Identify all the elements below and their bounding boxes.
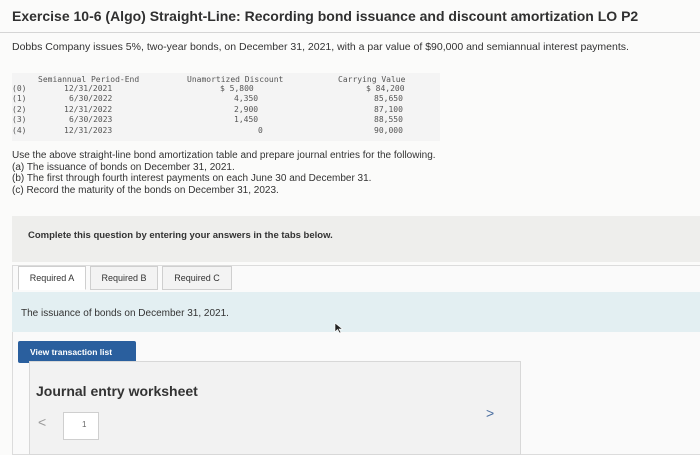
title-divider [0, 32, 700, 33]
complete-prompt: Complete this question by entering your … [28, 230, 333, 241]
worksheet-page-indicator[interactable]: 1 [63, 412, 99, 440]
instruction-c: (c) Record the maturity of the bonds on … [12, 184, 279, 196]
tab-required-c[interactable]: Required C [162, 266, 232, 290]
instruction-a: (a) The issuance of bonds on December 31… [12, 161, 235, 173]
row-discount: 1,450 [234, 115, 259, 124]
amortization-table: Semiannual Period-End Unamortized Discou… [12, 73, 440, 141]
row-discount: 2,900 [234, 105, 259, 114]
instruction-b: (b) The first through fourth interest pa… [12, 173, 372, 184]
row-date: 12/31/2022 [64, 105, 113, 114]
row-index: (3) [12, 115, 27, 124]
row-discount: $ 5,800 [220, 84, 254, 93]
row-discount: 4,350 [234, 94, 259, 103]
tab-description: The issuance of bonds on December 31, 20… [21, 308, 229, 319]
journal-entry-worksheet [29, 361, 521, 455]
view-transaction-list-button[interactable]: View transaction list [18, 341, 136, 363]
tab-required-b[interactable]: Required B [90, 266, 158, 290]
row-date: 12/31/2021 [64, 84, 113, 93]
row-carrying-value: 87,100 [374, 105, 403, 114]
chevron-left-icon[interactable]: < [38, 414, 46, 430]
worksheet-title: Journal entry worksheet [36, 383, 198, 399]
row-index: (2) [12, 105, 27, 114]
row-index: (1) [12, 94, 27, 103]
row-date: 6/30/2023 [69, 115, 113, 124]
row-carrying-value: 88,550 [374, 115, 403, 124]
row-discount: 0 [258, 126, 263, 135]
mouse-cursor-icon [334, 322, 344, 334]
chevron-right-icon[interactable]: > [486, 405, 494, 421]
row-date: 6/30/2022 [69, 94, 113, 103]
problem-intro: Dobbs Company issues 5%, two-year bonds,… [12, 41, 629, 53]
row-index: (4) [12, 126, 27, 135]
instructions: Use the above straight-line bond amortiz… [12, 150, 436, 196]
row-index: (0) [12, 84, 27, 93]
exercise-title: Exercise 10-6 (Algo) Straight-Line: Reco… [12, 8, 639, 24]
row-carrying-value: 85,650 [374, 94, 403, 103]
row-carrying-value: $ 84,200 [366, 84, 405, 93]
row-date: 12/31/2023 [64, 126, 113, 135]
instructions-lead: Use the above straight-line bond amortiz… [12, 150, 436, 161]
row-carrying-value: 90,000 [374, 126, 403, 135]
tab-required-a[interactable]: Required A [18, 266, 86, 290]
